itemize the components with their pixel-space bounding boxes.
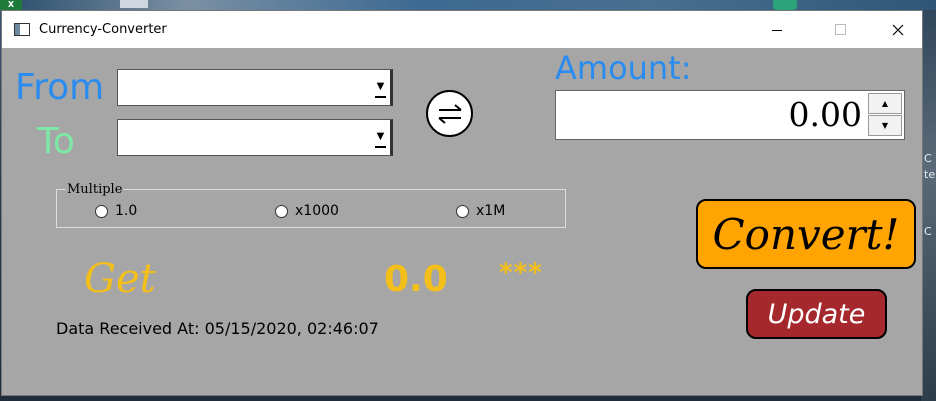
radio-label: 1.0 (115, 203, 138, 219)
multiple-groupbox: Multiple 1.0 x1000 x1M (56, 182, 566, 228)
amount-value[interactable]: 0.00 (789, 95, 862, 134)
desktop-icon-label: C (924, 152, 932, 165)
app-window-icon (14, 23, 30, 36)
app-desktop-icon[interactable] (773, 0, 797, 10)
desktop-icon-label: te (924, 168, 936, 181)
converter-panel: From ▼ To ▼ Amount: 0.00 ▲ ▼ Multiple 1.… (2, 48, 922, 395)
spin-down-button[interactable]: ▼ (868, 115, 902, 136)
caret-up-icon: ▲ (881, 99, 889, 108)
from-currency-select[interactable]: ▼ (117, 69, 393, 106)
close-button[interactable] (875, 11, 921, 48)
radio-button[interactable] (95, 204, 108, 218)
radio-button[interactable] (275, 204, 288, 218)
radio-label: x1M (476, 203, 506, 219)
from-label: From (15, 67, 105, 108)
swap-currencies-button[interactable] (426, 90, 473, 137)
chevron-down-icon[interactable]: ▼ (375, 128, 386, 148)
multiple-legend: Multiple (66, 182, 124, 197)
minimize-icon (772, 29, 782, 31)
multiple-option-1[interactable]: 1.0 (95, 203, 137, 219)
get-label: Get (84, 256, 156, 302)
close-icon (892, 24, 904, 35)
multiple-option-1000[interactable]: x1000 (275, 203, 339, 219)
chevron-down-icon[interactable]: ▼ (375, 78, 386, 98)
multiple-option-1m[interactable]: x1M (456, 203, 505, 219)
result-currency-code: *** (499, 258, 543, 288)
title-bar[interactable]: Currency-Converter (2, 11, 922, 48)
swap-arrows-icon (437, 103, 462, 124)
caret-down-icon: ▼ (881, 121, 889, 130)
window-title: Currency-Converter (39, 22, 167, 37)
radio-label: x1000 (295, 203, 339, 219)
desktop-icon-label: C (924, 225, 932, 238)
document-desktop-icon[interactable] (120, 0, 148, 8)
to-label: To (37, 121, 75, 162)
to-currency-select[interactable]: ▼ (117, 119, 393, 156)
data-received-timestamp: Data Received At: 05/15/2020, 02:46:07 (56, 319, 379, 338)
convert-button[interactable]: Convert! (696, 199, 916, 269)
amount-label: Amount: (555, 49, 692, 87)
desktop-edge (921, 10, 936, 401)
result-value: 0.0 (384, 259, 448, 300)
radio-button[interactable] (456, 204, 469, 218)
amount-spinbox[interactable]: 0.00 ▲ ▼ (555, 90, 905, 140)
excel-taskbar-icon[interactable]: X (0, 0, 22, 10)
spin-up-button[interactable]: ▲ (868, 93, 902, 114)
maximize-button[interactable] (817, 11, 863, 48)
update-button[interactable]: Update (746, 289, 887, 339)
minimize-button[interactable] (754, 11, 800, 48)
maximize-icon (834, 24, 846, 35)
currency-converter-window: Currency-Converter From ▼ To ▼ Amount: 0… (1, 10, 923, 396)
